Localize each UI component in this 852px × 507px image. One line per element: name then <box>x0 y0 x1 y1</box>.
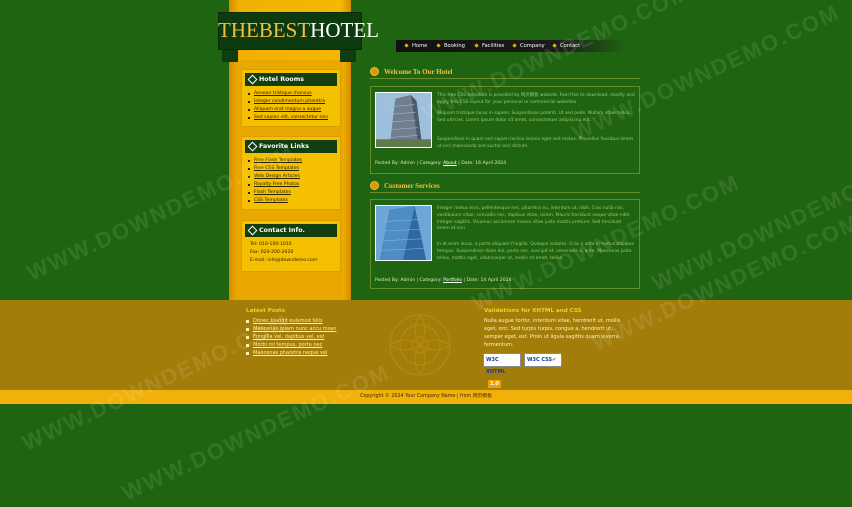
divider <box>370 78 640 79</box>
contact-phone: Tel: 010-100-1010 <box>250 242 292 247</box>
list-item[interactable]: Sed sapien elit, consectetur non <box>248 114 328 122</box>
list-item[interactable]: Morbi mi tempus, porta nec <box>246 341 336 349</box>
list-item[interactable]: Web Design Articles <box>248 173 302 181</box>
list-item[interactable]: Aliquam erat magna a augue <box>248 106 328 114</box>
welcome-paragraph: Aliquam tristique lacus in sapien. Suspe… <box>437 111 631 123</box>
list-item[interactable]: Maecenas pharetra neque vel <box>246 349 336 357</box>
diamond-icon <box>247 141 258 152</box>
services-meta: Posted By: Admin | Category: Portfolio |… <box>375 278 512 283</box>
ornament-icon <box>389 314 451 376</box>
contact-box: Contact Info. Tel: 010-100-1010 Fax: 020… <box>241 220 341 272</box>
diamond-icon <box>247 74 258 85</box>
logo-part2: HOTEL <box>310 18 379 42</box>
top-nav: Home Booking Facilities Company Contact <box>396 40 626 52</box>
welcome-paragraph: This free CSS template is provided by 网页… <box>437 93 635 105</box>
welcome-paragraph: Suspendisse in quam sed sapien lacinia l… <box>437 137 633 149</box>
services-paragraph: Integer metus eros, pellentesque nec, ph… <box>437 206 631 232</box>
category-link[interactable]: Portfolio <box>443 278 462 283</box>
contact-fax: Fax: 020-200-2020 <box>250 250 294 255</box>
contact-email: E-mail: info@downdemo.com <box>250 258 318 263</box>
diamond-icon <box>552 43 557 48</box>
logo-part1: THEBEST <box>218 18 311 42</box>
contact-list: Tel: 010-100-1010 Fax: 020-200-2020 E-ma… <box>248 241 317 265</box>
copyright: Copyright © 2024 Your Company Name | fro… <box>0 390 852 404</box>
latest-posts-heading: Latest Posts <box>246 308 286 314</box>
diamond-icon <box>436 43 441 48</box>
nav-home[interactable]: Home <box>404 40 427 52</box>
list-item[interactable]: Aenean tristique rhoncus <box>248 90 328 98</box>
list-item[interactable]: Royalty Free Photos <box>248 181 302 189</box>
validations-heading: Validations for XHTML and CSS <box>484 308 582 314</box>
list-item[interactable]: Donec blandit euismod felis <box>246 317 336 325</box>
bullet-icon <box>370 67 379 76</box>
diamond-icon <box>474 43 479 48</box>
welcome-panel: This free CSS template is provided by 网页… <box>370 86 640 174</box>
welcome-meta: Posted By: Admin | Category: About | Dat… <box>375 161 507 166</box>
nav-company[interactable]: Company <box>512 40 545 52</box>
hotel-rooms-title: Hotel Rooms <box>245 73 337 86</box>
services-heading: Customer Services <box>370 180 440 192</box>
divider <box>370 192 640 193</box>
hotel-rooms-list: Aenean tristique rhoncus Integer condime… <box>248 90 328 122</box>
latest-posts-list: Donec blandit euismod felis Maecenas qua… <box>246 317 336 357</box>
css-badge[interactable]: W3C CSS✔ <box>524 353 562 367</box>
bullet-icon <box>370 181 379 190</box>
welcome-heading: Welcome To Our Hotel <box>370 66 453 78</box>
building-photo <box>375 92 432 148</box>
category-link[interactable]: About <box>443 161 457 166</box>
diamond-icon <box>247 225 258 236</box>
favorite-links-title: Favorite Links <box>245 140 337 153</box>
site-logo[interactable]: THEBESTHOTEL <box>218 15 379 45</box>
watermark: WWW.DOWNDEMO.COM <box>648 149 852 296</box>
list-item[interactable]: Maecenas quam nunc accu msan <box>246 325 336 333</box>
list-item[interactable]: Free CSS Templates <box>248 165 302 173</box>
list-item[interactable]: Flash Templates <box>248 189 302 197</box>
favorite-links-list: Free Flash Templates Free CSS Templates … <box>248 157 302 205</box>
services-paragraph: In et enim lacus, a porta aliquam fringi… <box>437 242 634 261</box>
diamond-icon <box>512 43 517 48</box>
favorite-links-box: Favorite Links Free Flash Templates Free… <box>241 136 341 210</box>
building-photo <box>375 205 432 261</box>
contact-title: Contact Info. <box>245 224 337 237</box>
services-panel: Integer metus eros, pellentesque nec, ph… <box>370 199 640 289</box>
validations-text: Nulla augue tortor, interdum vitae, hend… <box>484 318 621 348</box>
list-item[interactable]: Fringilla vel, dapibus vel, est <box>246 333 336 341</box>
xhtml-badge[interactable]: W3C XHTML1.0 <box>483 353 521 388</box>
list-item[interactable]: Free Flash Templates <box>248 157 302 165</box>
hotel-rooms-box: Hotel Rooms Aenean tristique rhoncus Int… <box>241 69 341 127</box>
list-item[interactable]: Integer condimentum pharetra <box>248 98 328 106</box>
list-item[interactable]: CSS Templates <box>248 197 302 205</box>
diamond-icon <box>404 43 409 48</box>
nav-contact[interactable]: Contact <box>552 40 580 52</box>
nav-facilities[interactable]: Facilities <box>474 40 504 52</box>
nav-booking[interactable]: Booking <box>436 40 465 52</box>
